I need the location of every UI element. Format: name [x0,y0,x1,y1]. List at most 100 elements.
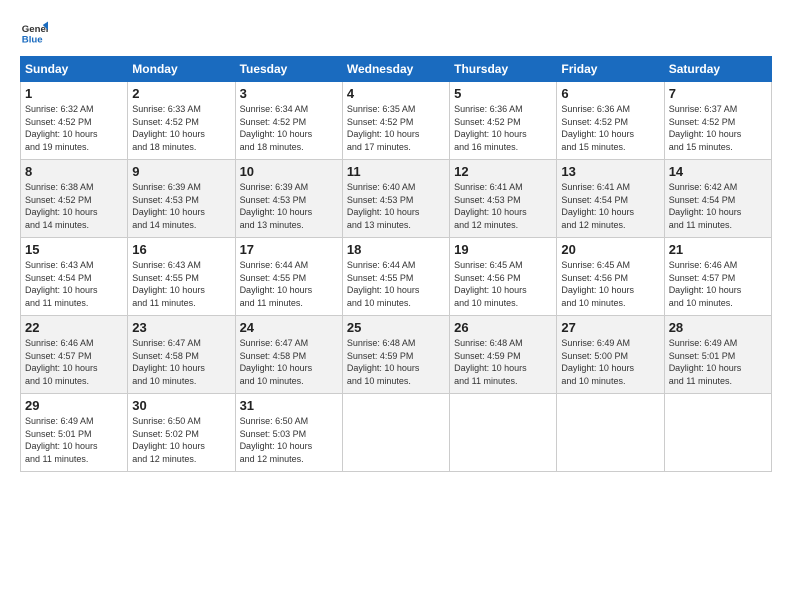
calendar-cell: 29Sunrise: 6:49 AMSunset: 5:01 PMDayligh… [21,394,128,472]
calendar-cell [450,394,557,472]
calendar-cell: 18 Sunrise: 6:44 AMSunset: 4:55 PMDayligh… [342,238,449,316]
day-number: 22 [25,320,123,335]
calendar-cell: 30Sunrise: 6:50 AMSunset: 5:02 PMDayligh… [128,394,235,472]
day-info: Sunrise: 6:47 AMSunset: 4:58 PMDaylight:… [132,337,230,387]
week-row-3: 15 Sunrise: 6:43 AMSunset: 4:54 PMDayligh… [21,238,772,316]
day-info: Sunrise: 6:39 AMSunset: 4:53 PMDaylight:… [132,181,230,231]
calendar-cell: 15 Sunrise: 6:43 AMSunset: 4:54 PMDayligh… [21,238,128,316]
day-number: 25 [347,320,445,335]
day-info: Sunrise: 6:38 AMSunset: 4:52 PMDaylight:… [25,181,123,231]
day-number: 17 [240,242,338,257]
day-number: 8 [25,164,123,179]
col-sunday: Sunday [21,57,128,82]
calendar-cell: 25 Sunrise: 6:48 AMSunset: 4:59 PMDayligh… [342,316,449,394]
calendar-cell: 16 Sunrise: 6:43 AMSunset: 4:55 PMDayligh… [128,238,235,316]
day-number: 27 [561,320,659,335]
day-number: 4 [347,86,445,101]
svg-text:Blue: Blue [22,35,43,46]
day-number: 1 [25,86,123,101]
week-row-2: 8 Sunrise: 6:38 AMSunset: 4:52 PMDaylight… [21,160,772,238]
day-number: 31 [240,398,338,413]
day-number: 15 [25,242,123,257]
day-info: Sunrise: 6:49 AMSunset: 5:01 PMDaylight:… [25,415,123,465]
day-number: 10 [240,164,338,179]
week-row-5: 29Sunrise: 6:49 AMSunset: 5:01 PMDayligh… [21,394,772,472]
calendar-cell: 26 Sunrise: 6:48 AMSunset: 4:59 PMDayligh… [450,316,557,394]
col-saturday: Saturday [664,57,771,82]
calendar-cell: 6 Sunrise: 6:36 AMSunset: 4:52 PMDaylight… [557,82,664,160]
calendar-cell: 8 Sunrise: 6:38 AMSunset: 4:52 PMDaylight… [21,160,128,238]
day-number: 20 [561,242,659,257]
col-monday: Monday [128,57,235,82]
day-info: Sunrise: 6:50 AMSunset: 5:03 PMDaylight:… [240,415,338,465]
calendar-cell: 2 Sunrise: 6:33 AMSunset: 4:52 PMDaylight… [128,82,235,160]
calendar-cell: 22 Sunrise: 6:46 AMSunset: 4:57 PMDayligh… [21,316,128,394]
calendar-cell: 1 Sunrise: 6:32 AMSunset: 4:52 PMDaylight… [21,82,128,160]
day-info: Sunrise: 6:46 AMSunset: 4:57 PMDaylight:… [669,259,767,309]
day-info: Sunrise: 6:45 AMSunset: 4:56 PMDaylight:… [561,259,659,309]
calendar-cell: 21Sunrise: 6:46 AMSunset: 4:57 PMDayligh… [664,238,771,316]
calendar-cell: 31 Sunrise: 6:50 AMSunset: 5:03 PMDayligh… [235,394,342,472]
calendar-table: Sunday Monday Tuesday Wednesday Thursday… [20,56,772,472]
day-info: Sunrise: 6:32 AMSunset: 4:52 PMDaylight:… [25,103,123,153]
day-number: 3 [240,86,338,101]
calendar-cell: 3Sunrise: 6:34 AMSunset: 4:52 PMDaylight… [235,82,342,160]
day-info: Sunrise: 6:46 AMSunset: 4:57 PMDaylight:… [25,337,123,387]
calendar-cell: 13Sunrise: 6:41 AMSunset: 4:54 PMDayligh… [557,160,664,238]
day-info: Sunrise: 6:43 AMSunset: 4:55 PMDaylight:… [132,259,230,309]
day-number: 9 [132,164,230,179]
col-thursday: Thursday [450,57,557,82]
day-info: Sunrise: 6:45 AMSunset: 4:56 PMDaylight:… [454,259,552,309]
day-number: 16 [132,242,230,257]
day-number: 2 [132,86,230,101]
day-info: Sunrise: 6:44 AMSunset: 4:55 PMDaylight:… [347,259,445,309]
day-number: 19 [454,242,552,257]
calendar-cell: 20 Sunrise: 6:45 AMSunset: 4:56 PMDayligh… [557,238,664,316]
day-number: 26 [454,320,552,335]
day-number: 6 [561,86,659,101]
calendar-cell: 9 Sunrise: 6:39 AMSunset: 4:53 PMDaylight… [128,160,235,238]
week-row-4: 22 Sunrise: 6:46 AMSunset: 4:57 PMDayligh… [21,316,772,394]
day-info: Sunrise: 6:35 AMSunset: 4:52 PMDaylight:… [347,103,445,153]
header: General Blue [20,18,772,46]
day-info: Sunrise: 6:43 AMSunset: 4:54 PMDaylight:… [25,259,123,309]
calendar-cell: 19 Sunrise: 6:45 AMSunset: 4:56 PMDayligh… [450,238,557,316]
calendar-cell [342,394,449,472]
day-info: Sunrise: 6:49 AMSunset: 5:01 PMDaylight:… [669,337,767,387]
calendar-cell: 14 Sunrise: 6:42 AMSunset: 4:54 PMDayligh… [664,160,771,238]
calendar-cell [664,394,771,472]
logo-icon: General Blue [20,18,48,46]
day-info: Sunrise: 6:41 AMSunset: 4:54 PMDaylight:… [561,181,659,231]
day-number: 23 [132,320,230,335]
day-number: 24 [240,320,338,335]
day-number: 11 [347,164,445,179]
calendar-cell: 4 Sunrise: 6:35 AMSunset: 4:52 PMDaylight… [342,82,449,160]
col-tuesday: Tuesday [235,57,342,82]
day-number: 7 [669,86,767,101]
calendar-cell: 12Sunrise: 6:41 AMSunset: 4:53 PMDayligh… [450,160,557,238]
day-info: Sunrise: 6:36 AMSunset: 4:52 PMDaylight:… [561,103,659,153]
calendar-cell: 10 Sunrise: 6:39 AMSunset: 4:53 PMDayligh… [235,160,342,238]
day-info: Sunrise: 6:33 AMSunset: 4:52 PMDaylight:… [132,103,230,153]
col-wednesday: Wednesday [342,57,449,82]
calendar-cell: 7Sunrise: 6:37 AMSunset: 4:52 PMDaylight… [664,82,771,160]
calendar-cell: 5 Sunrise: 6:36 AMSunset: 4:52 PMDaylight… [450,82,557,160]
calendar-cell: 27 Sunrise: 6:49 AMSunset: 5:00 PMDayligh… [557,316,664,394]
week-row-1: 1 Sunrise: 6:32 AMSunset: 4:52 PMDaylight… [21,82,772,160]
header-row: Sunday Monday Tuesday Wednesday Thursday… [21,57,772,82]
day-number: 14 [669,164,767,179]
calendar-cell: 11Sunrise: 6:40 AMSunset: 4:53 PMDayligh… [342,160,449,238]
day-info: Sunrise: 6:48 AMSunset: 4:59 PMDaylight:… [454,337,552,387]
day-info: Sunrise: 6:39 AMSunset: 4:53 PMDaylight:… [240,181,338,231]
day-info: Sunrise: 6:48 AMSunset: 4:59 PMDaylight:… [347,337,445,387]
day-info: Sunrise: 6:49 AMSunset: 5:00 PMDaylight:… [561,337,659,387]
day-number: 5 [454,86,552,101]
day-number: 30 [132,398,230,413]
day-info: Sunrise: 6:47 AMSunset: 4:58 PMDaylight:… [240,337,338,387]
day-number: 18 [347,242,445,257]
day-info: Sunrise: 6:36 AMSunset: 4:52 PMDaylight:… [454,103,552,153]
col-friday: Friday [557,57,664,82]
logo: General Blue [20,18,48,46]
day-info: Sunrise: 6:42 AMSunset: 4:54 PMDaylight:… [669,181,767,231]
calendar-cell: 17Sunrise: 6:44 AMSunset: 4:55 PMDayligh… [235,238,342,316]
